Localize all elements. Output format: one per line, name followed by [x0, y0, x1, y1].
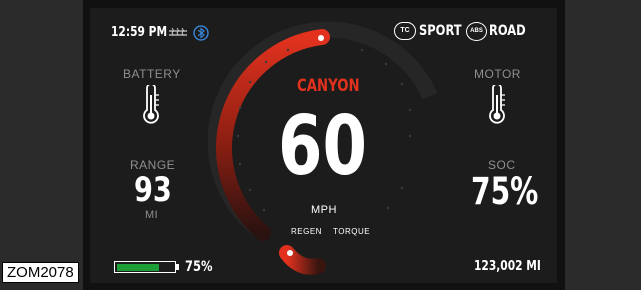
gauge-speed-marker: [318, 35, 324, 41]
battery-level-bar: [114, 261, 176, 273]
dashboard-screen: 12:59 PM TC SPORT ABS ROAD BATTERY RANGE…: [90, 8, 557, 283]
left-bezel: [0, 0, 83, 290]
speed-value: 60: [278, 99, 368, 194]
regen-label: REGEN: [291, 227, 322, 236]
battery-temperature-icon: [143, 85, 159, 124]
right-bezel: [565, 0, 641, 290]
soc-value: 75%: [471, 170, 539, 213]
speed-unit: MPH: [311, 204, 337, 216]
traction-control-icon: TC: [394, 22, 416, 40]
regen-torque-marker: [287, 250, 293, 256]
torque-label: TORQUE: [333, 227, 371, 236]
bluetooth-icon: [193, 25, 209, 41]
battery-percent: 75%: [185, 259, 213, 275]
odometer: 123,002 MI: [474, 259, 541, 274]
clock: 12:59 PM: [111, 25, 168, 40]
battery-level-fill: [116, 263, 160, 271]
battery-label: BATTERY: [123, 67, 181, 81]
abs-icon: ABS: [466, 22, 487, 41]
range-value: 93: [134, 170, 172, 210]
battery-terminal: [176, 264, 179, 270]
motor-temperature-icon: [489, 85, 505, 124]
traction-badge-text: TC: [400, 27, 410, 34]
ride-mode-label: CANYON: [297, 76, 360, 96]
motor-label: MOTOR: [474, 67, 521, 81]
mode-road: ROAD: [489, 23, 526, 39]
figure-code: ZOM2078: [2, 262, 79, 283]
range-unit: MI: [145, 209, 159, 221]
heated-grip-icon: [169, 27, 187, 36]
abs-badge-text: ABS: [470, 28, 483, 34]
mode-sport: SPORT: [419, 23, 462, 39]
